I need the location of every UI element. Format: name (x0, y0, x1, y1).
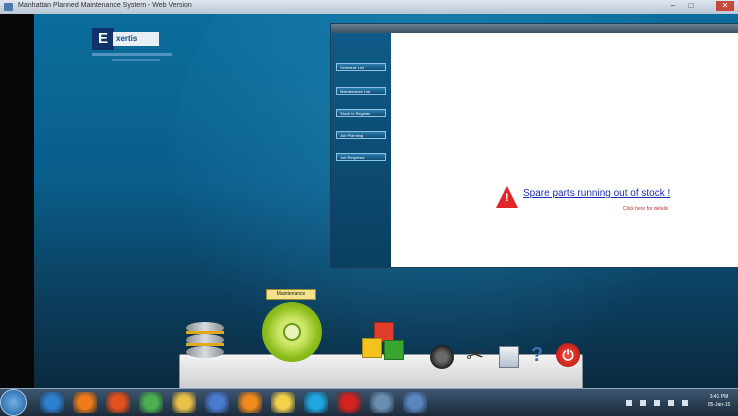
calculator-icon[interactable] (499, 346, 519, 368)
firefox-icon[interactable] (106, 392, 130, 413)
help-icon[interactable]: ? (531, 344, 553, 366)
internet-explorer-icon[interactable] (40, 392, 64, 413)
media-player-icon[interactable] (73, 392, 97, 413)
logo-word: xertis (113, 32, 159, 46)
app-window-icon[interactable] (403, 392, 427, 413)
menu-item-requests[interactable]: Job Requests (336, 153, 386, 161)
company-logo: E xertis (92, 26, 172, 66)
cubes-icon[interactable] (362, 322, 408, 364)
menu-item-planning[interactable]: Job Planning (336, 131, 386, 139)
notes-icon[interactable] (271, 392, 295, 413)
camera-icon[interactable] (430, 345, 454, 369)
power-icon[interactable]: ⏻ (556, 343, 580, 367)
main-panel: Schedule List Maintenance List Stock In … (330, 23, 738, 268)
start-button-icon[interactable] (0, 389, 27, 416)
alert-message-link[interactable]: Spare parts running out of stock ! (523, 188, 670, 199)
taskbar: 3:41 PM 05-Jan-15 (0, 388, 738, 416)
dock-tooltip: Maintenance (266, 289, 316, 300)
menu-item-maintenance[interactable]: Maintenance List (336, 87, 386, 95)
logo-mark: E (92, 28, 114, 50)
left-black-strip (0, 14, 34, 388)
maximize-button[interactable]: □ (684, 1, 698, 11)
acrobat-icon[interactable] (337, 392, 361, 413)
warning-icon: ! (496, 186, 518, 208)
minimize-button[interactable]: – (666, 1, 680, 11)
window-title: Manhattan Planned Maintenance System - W… (18, 2, 192, 9)
chrome-icon[interactable] (139, 392, 163, 413)
close-button[interactable]: ✕ (716, 1, 734, 11)
app-icon (4, 3, 13, 11)
panel-titlebar (331, 24, 738, 33)
skype-icon[interactable] (304, 392, 328, 413)
taskbar-clock: 3:41 PM 05-Jan-15 (704, 393, 734, 409)
system-tray (622, 398, 702, 408)
gear-icon[interactable] (262, 302, 322, 362)
panel-sidebar: Schedule List Maintenance List Stock In … (331, 33, 391, 267)
database-icon[interactable] (186, 322, 224, 364)
stock-alert[interactable]: ! Spare parts running out of stock ! Cli… (496, 184, 706, 218)
vlc-icon[interactable] (238, 392, 262, 413)
explorer-folder-icon[interactable] (172, 392, 196, 413)
menu-item-schedule[interactable]: Schedule List (336, 63, 386, 71)
remote-desktop-icon[interactable] (370, 392, 394, 413)
logo-tagline-sub (112, 59, 160, 61)
clock-time: 3:41 PM (709, 394, 729, 400)
clock-date: 05-Jan-15 (707, 402, 731, 408)
menu-item-stock[interactable]: Stock In Register (336, 109, 386, 117)
logo-tagline (92, 53, 172, 56)
tools-icon[interactable]: ✂ (466, 344, 488, 366)
network-icon[interactable] (205, 392, 229, 413)
window-titlebar: Manhattan Planned Maintenance System - W… (0, 0, 738, 15)
alert-details-link[interactable]: Click here for details (623, 206, 668, 212)
